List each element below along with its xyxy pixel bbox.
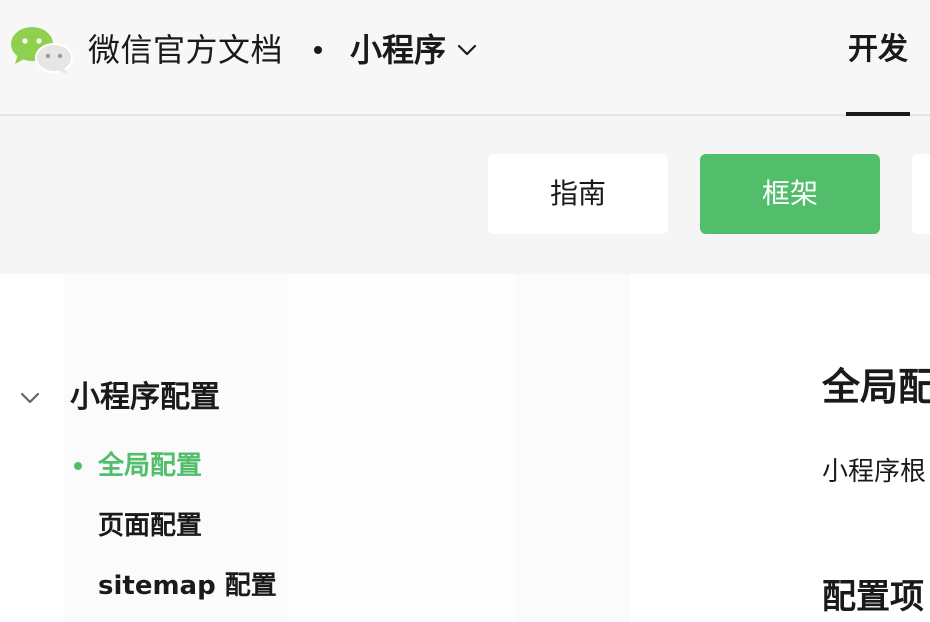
wechat-logo-icon[interactable]: [10, 24, 74, 76]
nav-tab-develop[interactable]: 开发: [846, 0, 910, 116]
chevron-down-icon[interactable]: [18, 386, 42, 410]
tab-framework[interactable]: 框架: [700, 154, 880, 234]
sidebar-item-page-config[interactable]: 页面配置: [98, 508, 202, 544]
sidebar-item-sitemap-config[interactable]: sitemap 配置: [98, 568, 277, 604]
tab-next-partial[interactable]: [912, 154, 930, 234]
sidebar-panel-stripe: [288, 274, 516, 622]
article-heading: 全局配: [822, 365, 930, 409]
site-title[interactable]: 微信官方文档: [88, 30, 283, 70]
nav-tab-develop-label: 开发: [848, 32, 908, 67]
article-paragraph: 小程序根: [822, 457, 927, 487]
sub-tab-bar: 指南 框架: [0, 116, 930, 274]
sidebar-section-title[interactable]: 小程序配置: [70, 378, 220, 418]
article-subheading: 配置项: [822, 577, 924, 617]
title-separator-dot: [314, 46, 322, 54]
content-area: 小程序配置 全局配置 页面配置 sitemap 配置 全局配 小程序根 配置项: [0, 274, 930, 622]
product-label: 小程序: [350, 31, 447, 69]
tab-guide[interactable]: 指南: [488, 154, 668, 234]
product-switcher[interactable]: 小程序: [350, 28, 478, 72]
chevron-down-icon: [457, 44, 477, 56]
active-item-dot: [74, 462, 82, 470]
top-header: 微信官方文档 小程序 开发: [0, 0, 930, 116]
sidebar-item-global-config[interactable]: 全局配置: [98, 448, 202, 484]
